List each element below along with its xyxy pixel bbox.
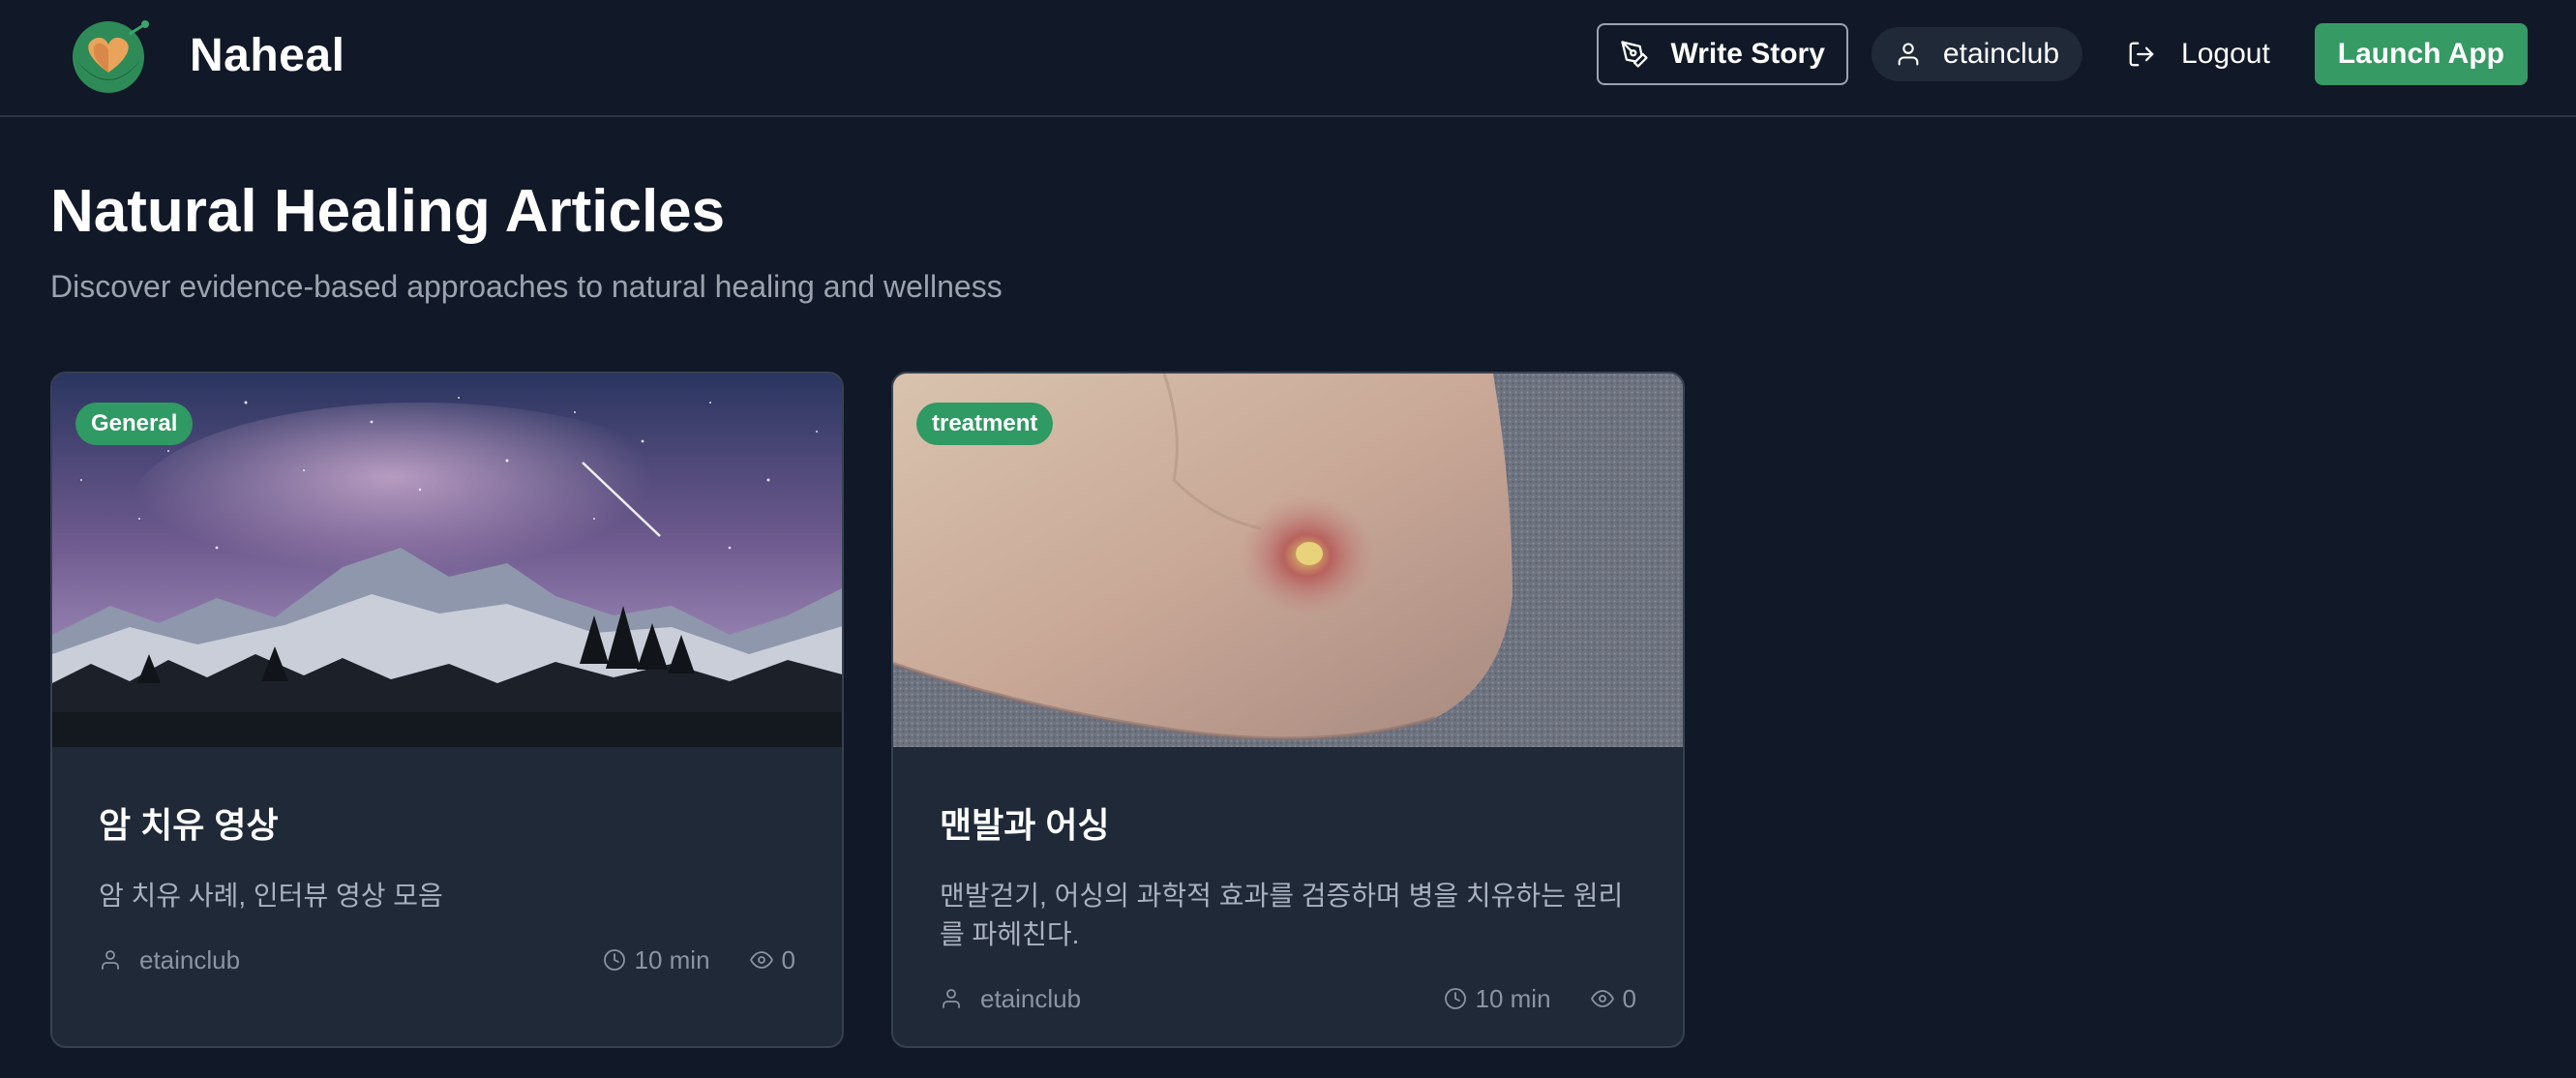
clock-icon (1444, 987, 1467, 1010)
author-info: etainclub (99, 945, 240, 975)
read-time-value: 10 min (1475, 983, 1551, 1013)
author-name: etainclub (139, 944, 241, 974)
write-story-label: Write Story (1670, 38, 1825, 70)
clock-icon (603, 948, 626, 972)
article-card[interactable]: treatment 맨발과 어싱 맨발걷기, 어싱의 과학적 효과를 검증하며 … (891, 372, 1685, 1048)
view-count: 0 (749, 945, 795, 975)
top-nav-bar: Naheal Write Story etainclub Logout Laun… (0, 0, 2576, 117)
brand[interactable]: Naheal (70, 16, 344, 94)
user-profile-pill[interactable]: etainclub (1871, 27, 2083, 81)
article-title[interactable]: 맨발과 어싱 (940, 797, 1636, 848)
article-description: 맨발걷기, 어싱의 과학적 효과를 검증하며 병을 치유하는 원리를 파헤친다. (940, 881, 1624, 949)
article-description: 암 치유 사례, 인터뷰 영상 모음 (99, 881, 443, 911)
heart-leaf-logo-icon (70, 16, 151, 94)
user-icon (99, 948, 122, 972)
username-label: etainclub (1942, 38, 2060, 70)
read-time-value: 10 min (634, 944, 710, 974)
page-subtitle: Discover evidence-based approaches to na… (50, 269, 1003, 304)
article-title[interactable]: 암 치유 영상 (99, 797, 795, 848)
brand-name: Naheal (190, 29, 345, 81)
read-time: 10 min (1444, 983, 1551, 1014)
card-body: 암 치유 영상 암 치유 사례, 인터뷰 영상 모음 etainclub 10 … (99, 747, 795, 979)
category-badge: treatment (916, 403, 1054, 445)
author-name: etainclub (980, 983, 1082, 1013)
article-meta: etainclub 10 min 0 (940, 979, 1636, 1018)
launch-app-button[interactable]: Launch App (2314, 23, 2528, 85)
view-count: 0 (1590, 984, 1636, 1014)
logout-label: Logout (2181, 38, 2270, 70)
user-icon (940, 987, 963, 1010)
header-actions: Write Story etainclub Logout Launch App (1597, 23, 2528, 85)
write-story-button[interactable]: Write Story (1597, 23, 1848, 85)
article-stats: 10 min 0 (1423, 984, 1636, 1014)
view-count-value: 0 (1622, 983, 1636, 1013)
user-icon (1895, 40, 1922, 69)
category-badge: General (75, 403, 194, 445)
article-stats: 10 min 0 (582, 945, 795, 975)
article-card[interactable]: General 암 치유 영상 암 치유 사례, 인터뷰 영상 모음 etain… (50, 372, 844, 1048)
view-count-value: 0 (781, 944, 795, 974)
logout-button[interactable]: Logout (2117, 23, 2280, 85)
article-meta: etainclub 10 min 0 (99, 941, 795, 979)
card-body: 맨발과 어싱 맨발걷기, 어싱의 과학적 효과를 검증하며 병을 치유하는 원리… (940, 747, 1636, 1018)
pen-nib-icon (1620, 40, 1649, 69)
eye-icon (749, 948, 774, 972)
read-time: 10 min (603, 944, 710, 975)
logout-icon (2127, 40, 2156, 69)
author-info: etainclub (940, 984, 1081, 1014)
eye-icon (1590, 987, 1615, 1010)
page-title: Natural Healing Articles (50, 178, 726, 245)
